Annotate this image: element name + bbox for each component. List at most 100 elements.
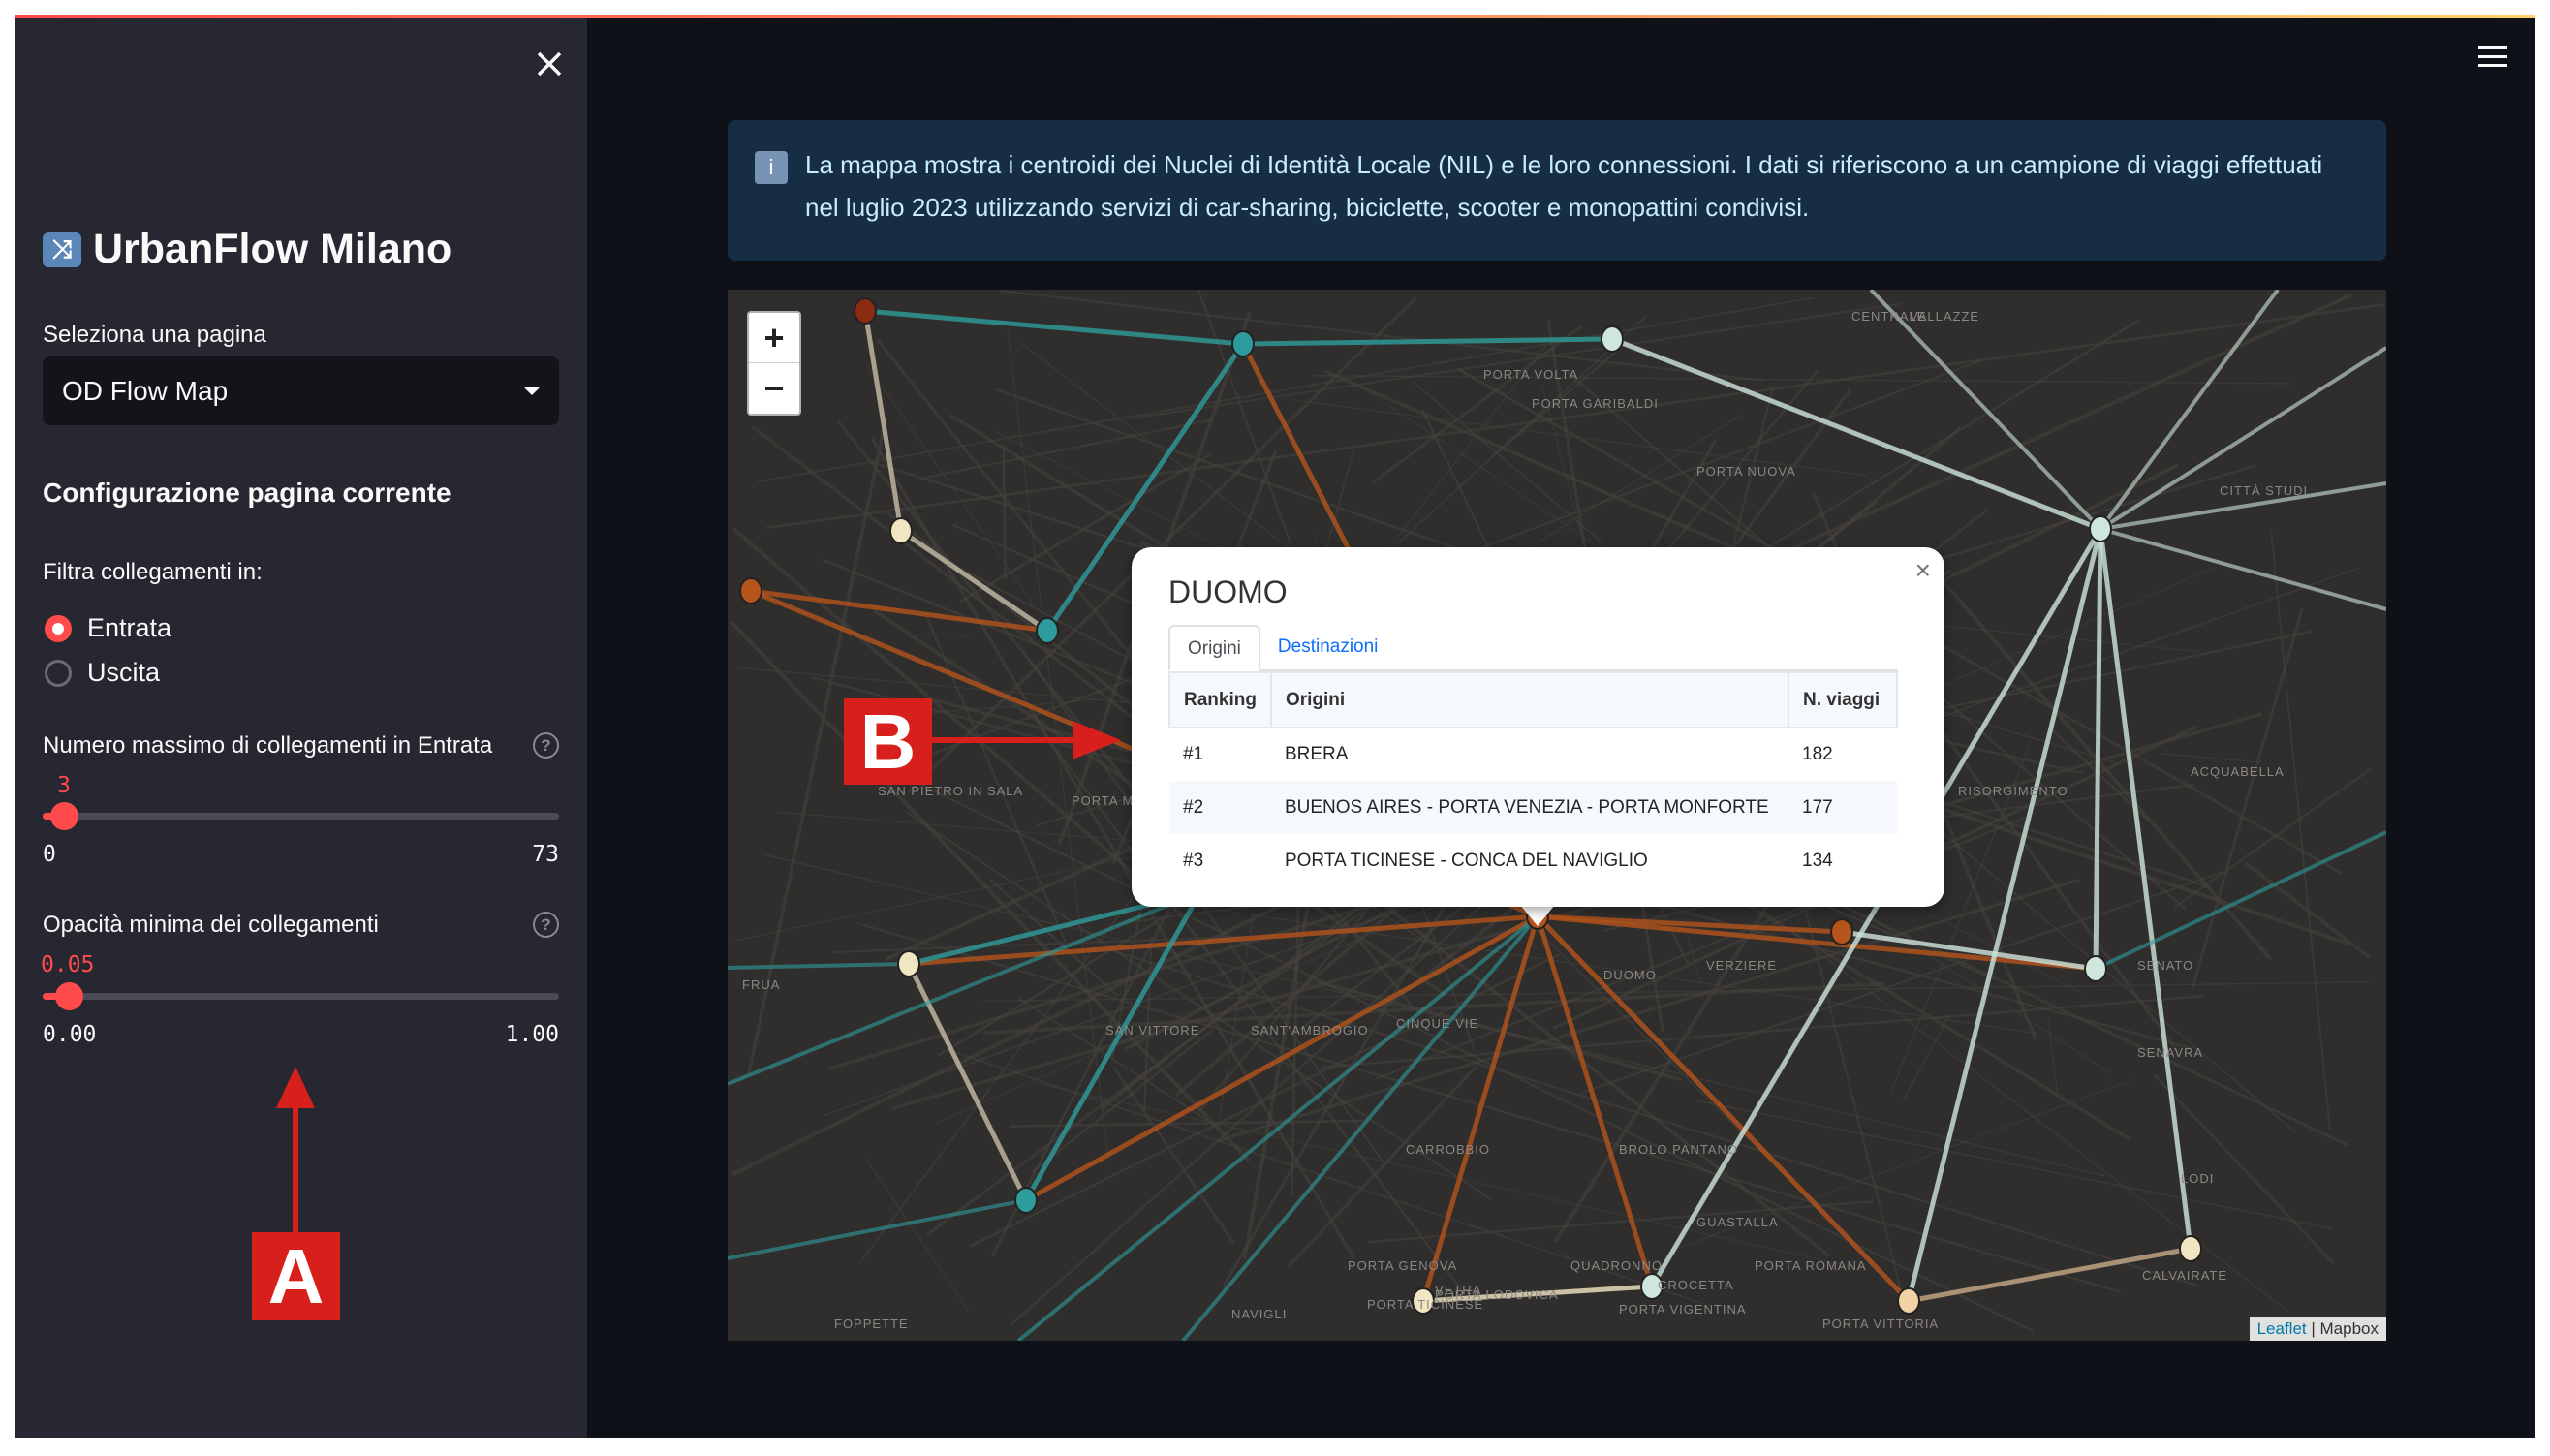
col-ranking: Ranking (1168, 671, 1272, 728)
map-area-label: PORTA NUOVA (1696, 464, 1796, 479)
slider-thumb[interactable] (54, 982, 83, 1010)
app-title-text: UrbanFlow Milano (93, 226, 452, 272)
page-select-value: OD Flow Map (62, 375, 229, 406)
map-area-label: CALVAIRATE (2142, 1268, 2228, 1283)
cell-trips: 177 (1788, 781, 1897, 834)
map-area-label: PORTA VOLTA (1483, 367, 1579, 382)
slider-min: 0.00 (43, 1022, 97, 1047)
node-popup: × DUOMO Origini Destinazioni Ranking Ori… (1132, 547, 1944, 907)
street-line (2270, 530, 2331, 1130)
max-links-label: Numero massimo di collegamenti in Entrat… (43, 732, 493, 759)
radio-uscita[interactable]: Uscita (45, 658, 160, 688)
street-line (1002, 446, 1007, 580)
popup-tip (1520, 905, 1555, 926)
nil-centroid-node (897, 950, 920, 977)
radio-label: Uscita (87, 658, 161, 687)
flow-line (2099, 527, 2386, 611)
nil-centroid-node (2179, 1235, 2202, 1262)
zoom-out-button[interactable]: − (749, 363, 799, 414)
nil-centroid-node (1036, 617, 1059, 644)
street-line (2047, 1017, 2058, 1093)
flow-line (1420, 915, 1540, 1302)
app-window: ⤨ UrbanFlow Milano Seleziona una pagina O… (15, 15, 2535, 1438)
map-area-label: CROCETTA (1658, 1278, 1734, 1292)
map-area-label: SENAVRA (2137, 1045, 2204, 1060)
zoom-in-button[interactable]: + (749, 313, 799, 363)
table-row: #1 BRERA 182 (1169, 728, 1897, 781)
map-area-label: PORTA GARIBALDI (1532, 396, 1659, 411)
street-line (2244, 861, 2371, 959)
street-line (2160, 753, 2261, 763)
street-line (1000, 290, 1763, 382)
flow-line (2093, 528, 2103, 970)
radio-entrata[interactable]: Entrata (45, 613, 171, 643)
hamburger-menu-icon[interactable] (2478, 46, 2507, 70)
nil-centroid-node (739, 577, 762, 604)
flow-line (1869, 290, 2102, 531)
popup-tabs: Origini Destinazioni (1168, 625, 1898, 671)
leaflet-link[interactable]: Leaflet (2257, 1319, 2307, 1338)
map-area-label: QUADRONNO (1570, 1258, 1663, 1273)
tab-origini[interactable]: Origini (1168, 625, 1260, 671)
page-select[interactable]: OD Flow Map (43, 356, 559, 425)
nil-centroid-node (2089, 515, 2112, 542)
mapbox-link[interactable]: Mapbox (2320, 1319, 2379, 1338)
map-area-label: DUOMO (1603, 968, 1657, 982)
max-links-slider[interactable] (43, 802, 559, 830)
annotation-arrow-up (276, 1067, 315, 1254)
map-area-label: PORTA LODOVICA (1435, 1287, 1559, 1302)
map-area-label: GUASTALLA (1696, 1215, 1779, 1229)
close-sidebar-icon[interactable] (533, 47, 566, 80)
map-area-label: PORTA GENOVA (1348, 1258, 1458, 1273)
flow-line (728, 962, 910, 970)
zoom-control: + − (747, 311, 801, 416)
nil-centroid-node (889, 517, 913, 544)
help-icon[interactable]: ? (533, 732, 559, 759)
map-area-label: LODI (2181, 1171, 2215, 1186)
popup-title: DUOMO (1168, 574, 1288, 609)
cell-origin: PORTA TICINESE - CONCA DEL NAVIGLIO (1284, 850, 1648, 871)
shuffle-icon: ⤨ (43, 232, 81, 267)
street-line (1902, 1015, 1950, 1101)
od-flow-map[interactable]: PORTA GARIBALDI PORTA VOLTA PORTA NUOVA CEN… (728, 290, 2386, 1341)
cell-rank: #2 (1169, 781, 1271, 834)
tab-destinazioni[interactable]: Destinazioni (1260, 625, 1396, 669)
col-origini: Origini (1269, 671, 1790, 728)
popup-close-icon[interactable]: × (1915, 555, 1931, 586)
col-viaggi: N. viaggi (1788, 671, 1898, 728)
nil-centroid-node (1830, 918, 1853, 945)
min-opacity-slider[interactable] (43, 982, 559, 1010)
map-area-label: SANT'AMBROGIO (1251, 1023, 1369, 1038)
page-select-label: Seleziona una pagina (43, 322, 266, 348)
nil-centroid-node (2084, 955, 2107, 982)
cell-rank: #1 (1183, 744, 1204, 764)
nil-centroid-node (854, 297, 877, 325)
nil-centroid-node (1601, 325, 1624, 353)
info-alert: i La mappa mostra i centroidi dei Nuclei… (728, 120, 2386, 261)
street-line (925, 615, 1067, 943)
nil-centroid-node (1014, 1187, 1038, 1214)
street-line (1030, 1029, 1214, 1174)
chevron-down-icon (524, 387, 540, 395)
slider-max: 73 (532, 842, 559, 867)
info-icon: i (755, 151, 788, 184)
map-area-label: CINQUE VIE (1396, 1016, 1479, 1031)
slider-thumb[interactable] (49, 802, 78, 830)
map-area-label: ACQUABELLA (2191, 764, 2285, 779)
map-area-label: CARROBBIO (1406, 1142, 1491, 1157)
origins-table: Ranking Origini N. viaggi #1 BRERA 182 #2 B… (1168, 671, 1898, 887)
cell-trips: 182 (1802, 744, 1833, 764)
map-area-label: VERZIERE (1706, 958, 1778, 973)
nil-centroid-node (1897, 1287, 1920, 1315)
help-icon[interactable]: ? (533, 912, 559, 938)
street-line (1312, 374, 2292, 385)
flow-line (1016, 914, 1539, 1341)
min-opacity-label: Opacità minima dei collegamenti (43, 912, 379, 938)
map-area-label: PORTA VITTORIA (1822, 1317, 1940, 1331)
radio-unselected-icon (45, 659, 72, 687)
annotation-arrow-right (932, 721, 1121, 759)
map-area-label: NAVIGLI (1231, 1307, 1288, 1321)
map-area-label: BROLO PANTANO (1619, 1142, 1739, 1157)
map-area-label: SENATO (2137, 958, 2194, 973)
map-area-label: CITTÀ STUDI (2220, 483, 2309, 498)
